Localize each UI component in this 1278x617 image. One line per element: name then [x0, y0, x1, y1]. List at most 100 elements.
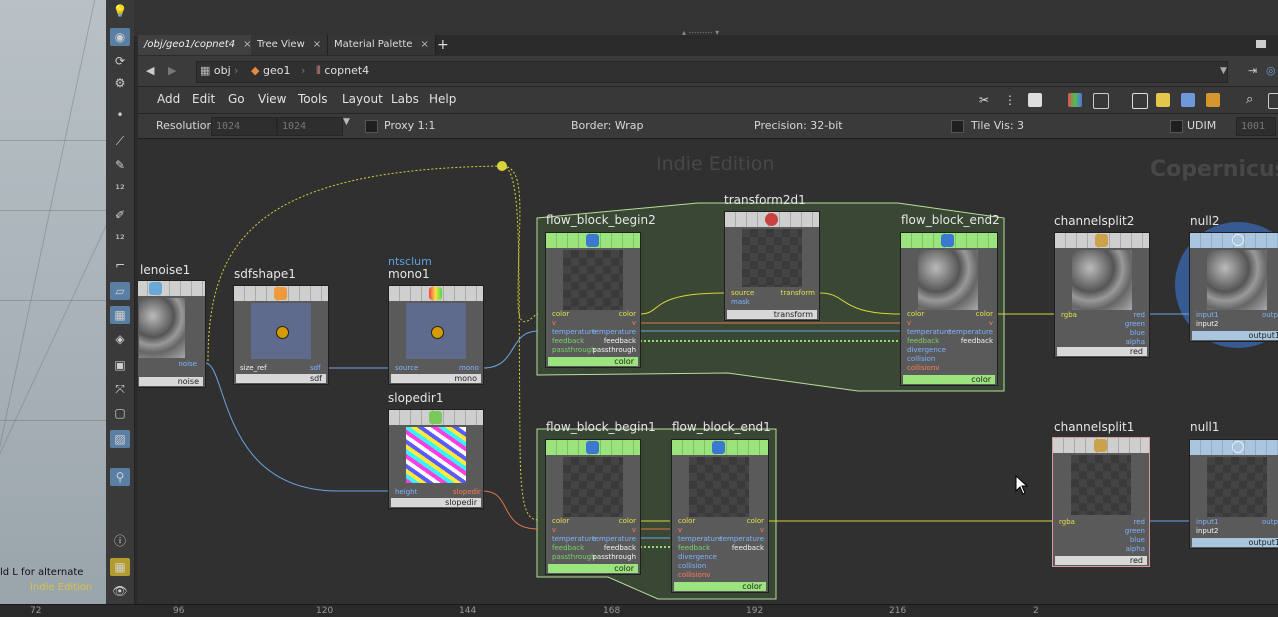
port-in-feedback[interactable]: feedback: [552, 337, 584, 346]
port-in-v[interactable]: v: [552, 526, 556, 535]
back-arrow-icon[interactable]: ◀: [146, 62, 154, 80]
chevron-down-icon[interactable]: ▼: [1220, 62, 1227, 80]
port-out-passthrough[interactable]: passthrough: [586, 553, 636, 562]
frame-icon[interactable]: ▢: [110, 404, 130, 422]
tree-icon[interactable]: ⋮: [1004, 93, 1018, 107]
resolution-dropdown-icon[interactable]: ▼: [343, 117, 350, 127]
brush-icon[interactable]: ✎: [110, 156, 130, 174]
tools-icon[interactable]: ✂: [979, 93, 993, 107]
menu-go[interactable]: Go: [228, 92, 245, 106]
port-in-source[interactable]: source: [731, 289, 754, 298]
network-box-icon[interactable]: [1206, 93, 1220, 107]
port-in-v[interactable]: v: [552, 319, 556, 328]
port-height[interactable]: height: [395, 488, 417, 497]
port-sdf[interactable]: sdf: [310, 364, 321, 373]
snap-icon[interactable]: ⤧: [110, 380, 130, 398]
port-noise[interactable]: noise: [167, 360, 197, 369]
port-in-color[interactable]: color: [552, 517, 569, 526]
port-out-alpha[interactable]: alpha: [1095, 338, 1145, 347]
port-out-color[interactable]: color: [586, 517, 636, 526]
node-channelsplit1[interactable]: rgba red green blue alpha red: [1052, 437, 1150, 567]
port-out-blue[interactable]: blue: [1095, 329, 1145, 338]
tab-tree-view[interactable]: Tree View ×: [251, 35, 329, 55]
port-in-collision[interactable]: collision: [678, 562, 706, 571]
resolution-x-field[interactable]: 1024: [211, 117, 277, 136]
color-grid-icon[interactable]: [1068, 93, 1082, 107]
paint-icon[interactable]: ✐: [110, 206, 130, 224]
port-in-rgba[interactable]: rgba: [1059, 518, 1075, 527]
port-out-temperature[interactable]: temperature: [712, 535, 764, 544]
node-channelsplit2[interactable]: rgba red green blue alpha red: [1054, 232, 1150, 358]
breadcrumb-geo1[interactable]: ◆ geo1: [251, 62, 290, 80]
construction-plane-icon[interactable]: ▱: [110, 282, 130, 300]
port-in-v[interactable]: v: [678, 526, 682, 535]
checker-icon[interactable]: ▦: [110, 306, 130, 324]
camera-settings-icon[interactable]: ⚙: [110, 74, 130, 92]
node-mono1[interactable]: source mono mono: [388, 285, 484, 385]
port-out-feedback[interactable]: feedback: [586, 337, 636, 346]
port-slopedir[interactable]: slopedir: [453, 488, 481, 497]
port-in-divergence[interactable]: divergence: [907, 346, 946, 355]
numbers-icon[interactable]: ¹²: [110, 230, 130, 248]
menu-layout[interactable]: Layout: [342, 92, 383, 106]
udim-checkbox[interactable]: [1170, 120, 1183, 133]
list-icon[interactable]: [1028, 93, 1042, 107]
menu-edit[interactable]: Edit: [192, 92, 215, 106]
tab-copnet4[interactable]: /obj/geo1/copnet4 ×: [138, 35, 259, 55]
port-out-temperature[interactable]: temperature: [941, 328, 993, 337]
menu-help[interactable]: Help: [429, 92, 456, 106]
port-size-ref[interactable]: size_ref: [240, 364, 267, 373]
node-flow-block-end2[interactable]: color v temperature feedback divergence …: [900, 232, 998, 386]
port-out-output1[interactable]: output1: [1262, 311, 1278, 320]
port-in-color[interactable]: color: [907, 310, 924, 319]
eye-icon[interactable]: 👁: [110, 582, 130, 600]
port-out-v[interactable]: v: [586, 526, 636, 535]
forward-arrow-icon[interactable]: ▶: [168, 62, 176, 80]
port-out-transform[interactable]: transform: [765, 289, 815, 298]
image-icon[interactable]: ▨: [110, 430, 130, 448]
port-out-red[interactable]: red: [1095, 311, 1145, 320]
port-in-mask[interactable]: mask: [731, 298, 750, 307]
pane-maximize-icon[interactable]: [1256, 40, 1266, 48]
node-null1[interactable]: input1 input2 output1 output1: [1189, 439, 1278, 549]
menu-add[interactable]: Add: [157, 92, 180, 106]
angle-icon[interactable]: ⌐: [110, 256, 130, 274]
breadcrumb-copnet4[interactable]: ⦀ copnet4: [316, 62, 369, 80]
port-in-feedback[interactable]: feedback: [552, 544, 584, 553]
node-slopedir1[interactable]: height slopedir slopedir: [388, 409, 484, 509]
table-icon[interactable]: [1093, 93, 1109, 109]
info-icon[interactable]: ⓘ: [110, 532, 130, 550]
port-in-color[interactable]: color: [552, 310, 569, 319]
tile-vis-checkbox[interactable]: [951, 120, 964, 133]
node-sdfshape1[interactable]: size_ref sdf sdf: [233, 285, 329, 385]
network-editor-canvas[interactable]: Indie Edition Copernicus lenoise1 noise …: [138, 139, 1278, 604]
port-in-color[interactable]: color: [678, 517, 695, 526]
port-out-color[interactable]: color: [712, 517, 764, 526]
port-out-green[interactable]: green: [1093, 527, 1145, 536]
port-out-green[interactable]: green: [1095, 320, 1145, 329]
display-options-icon[interactable]: [1268, 93, 1278, 109]
search-icon[interactable]: ⌕: [1246, 93, 1260, 107]
pin-pane-icon[interactable]: ⇥: [1248, 62, 1257, 80]
port-source[interactable]: source: [395, 364, 418, 373]
precision-label[interactable]: Precision: 32-bit: [754, 119, 843, 132]
port-out-feedback[interactable]: feedback: [586, 544, 636, 553]
texture-icon[interactable]: ▣: [110, 356, 130, 374]
menu-labs[interactable]: Labs: [391, 92, 419, 106]
port-out-temperature[interactable]: temperature: [586, 535, 636, 544]
port-out-passthrough[interactable]: passthrough: [586, 346, 636, 355]
port-in-collision[interactable]: collision: [907, 355, 935, 364]
pin-icon[interactable]: ⚲: [110, 468, 130, 486]
node-flow-block-begin2[interactable]: color v temperature feedback passthrough…: [545, 232, 641, 368]
port-in-feedback[interactable]: feedback: [907, 337, 939, 346]
point-icon[interactable]: •: [110, 106, 130, 124]
port-out-feedback[interactable]: feedback: [712, 544, 764, 553]
port-out-blue[interactable]: blue: [1093, 536, 1145, 545]
image-background-icon[interactable]: [1181, 93, 1195, 107]
port-out-temperature[interactable]: temperature: [586, 328, 636, 337]
camera-orbit-icon[interactable]: ⟳: [110, 52, 130, 70]
port-in-input1[interactable]: input1: [1196, 311, 1218, 320]
port-out-color[interactable]: color: [586, 310, 636, 319]
display-icon[interactable]: ◈: [110, 330, 130, 348]
proxy-checkbox[interactable]: [365, 120, 378, 133]
